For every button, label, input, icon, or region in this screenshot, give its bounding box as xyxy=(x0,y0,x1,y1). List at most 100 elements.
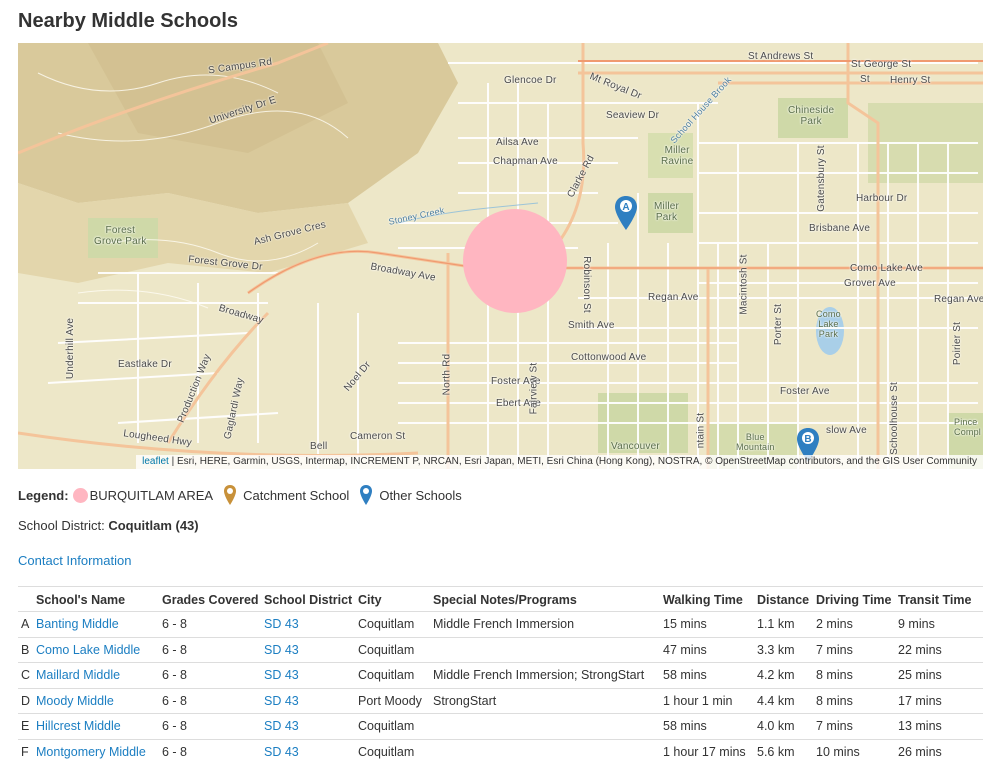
city-cell: Coquitlam xyxy=(358,611,433,637)
catchment-pin-icon xyxy=(224,485,237,505)
drive-cell: 7 mins xyxy=(816,636,898,663)
map-label-blue-mountain: Blue Mountain xyxy=(736,432,775,452)
map-label-st-henry-st: St xyxy=(860,74,870,85)
map-label-cameron-st: Cameron St xyxy=(350,431,406,442)
distance-cell: 5.6 km xyxy=(757,738,816,765)
school-name-link[interactable]: Montgomery Middle xyxy=(36,745,146,759)
city-cell: Port Moody xyxy=(358,687,433,714)
district-value: Coquitlam (43) xyxy=(108,518,199,533)
transit-cell: 9 mins xyxy=(898,611,983,637)
table-row: C Maillard Middle 6 - 8 SD 43 Coquitlam … xyxy=(18,662,983,688)
drive-cell: 8 mins xyxy=(816,687,898,714)
school-name-link[interactable]: Hillcrest Middle xyxy=(36,719,121,733)
district-link[interactable]: SD 43 xyxy=(264,719,299,733)
district-label: School District: xyxy=(18,518,105,533)
map-label-regan-ave-2: Regan Ave xyxy=(934,294,983,305)
map-label-miller-ravine: Miller Ravine xyxy=(661,145,694,167)
school-name-link[interactable]: Como Lake Middle xyxy=(36,643,140,657)
city-cell: Coquitlam xyxy=(358,713,433,739)
map-label-poirier-st: Poirier St xyxy=(952,321,964,366)
map-label-gatensbury-st: Gatensbury St xyxy=(815,145,827,212)
school-name-link[interactable]: Moody Middle xyxy=(36,694,114,708)
row-letter: E xyxy=(18,713,36,739)
district-link[interactable]: SD 43 xyxy=(264,694,299,708)
map-label-chineside-park: Chineside Park xyxy=(788,105,835,127)
school-name-link[interactable]: Maillard Middle xyxy=(36,668,120,682)
grades-cell: 6 - 8 xyxy=(162,611,264,637)
city-cell: Coquitlam xyxy=(358,738,433,765)
district-link[interactable]: SD 43 xyxy=(264,643,299,657)
marker-letter: A xyxy=(622,202,629,213)
legend-catchment-label: Catchment School xyxy=(243,487,350,503)
map-label-eastlake-dr: Eastlake Dr xyxy=(118,359,172,370)
grades-cell: 6 - 8 xyxy=(162,636,264,663)
notes-cell: Middle French Immersion xyxy=(433,611,663,637)
header-notes: Special Notes/Programs xyxy=(433,586,663,612)
transit-cell: 26 mins xyxy=(898,738,983,765)
transit-cell: 13 mins xyxy=(898,713,983,739)
row-letter: D xyxy=(18,687,36,714)
grades-cell: 6 - 8 xyxy=(162,662,264,688)
map-label-foster-ave-2: Foster Ave xyxy=(780,386,830,397)
header-city: City xyxy=(358,586,433,612)
map-label-forest-grove-park: Forest Grove Park xyxy=(94,225,147,247)
header-driving-time: Driving Time xyxy=(816,586,898,612)
attribution-text: | Esri, HERE, Garmin, USGS, Intermap, IN… xyxy=(168,456,977,467)
district-link[interactable]: SD 43 xyxy=(264,745,299,759)
map[interactable]: A B S Campus Rd University Dr E Glencoe … xyxy=(18,43,983,469)
header-transit-time: Transit Time xyxy=(898,586,983,612)
map-label-vancouver: Vancouver xyxy=(611,441,660,452)
walk-cell: 58 mins xyxy=(663,713,757,739)
walk-cell: 1 hour 17 mins xyxy=(663,738,757,765)
table-row: A Banting Middle 6 - 8 SD 43 Coquitlam M… xyxy=(18,611,983,637)
map-label-st-andrews-st: St Andrews St xyxy=(748,51,814,62)
schools-table: School's Name Grades Covered School Dist… xyxy=(18,586,983,765)
legend: Legend: BURQUITLAM AREA Catchment School… xyxy=(18,484,462,506)
school-district: School District: Coquitlam (43) xyxy=(18,518,199,533)
header-district: School District xyxy=(264,586,358,612)
legend-other-label: Other Schools xyxy=(379,487,462,503)
table-row: B Como Lake Middle 6 - 8 SD 43 Coquitlam… xyxy=(18,636,983,663)
distance-cell: 4.2 km xyxy=(757,662,816,688)
map-label-porter-st: Porter St xyxy=(773,303,785,346)
map-label-harbour-dr: Harbour Dr xyxy=(856,193,908,204)
page-title: Nearby Middle Schools xyxy=(18,10,239,32)
walk-cell: 1 hour 1 min xyxy=(663,687,757,714)
grades-cell: 6 - 8 xyxy=(162,687,264,714)
other-school-pin-icon xyxy=(360,485,373,505)
leaflet-link[interactable]: leaflet xyxy=(142,456,169,467)
map-label-smith-ave: Smith Ave xyxy=(568,320,615,331)
map-label-henry-st: Henry St xyxy=(890,75,931,86)
walk-cell: 58 mins xyxy=(663,662,757,688)
map-label-seaview-dr: Seaview Dr xyxy=(606,110,660,121)
map-label-miller-park: Miller Park xyxy=(654,201,680,223)
city-cell: Coquitlam xyxy=(358,636,433,663)
map-label-underhill-ave: Underhill Ave xyxy=(65,317,77,380)
city-cell: Coquitlam xyxy=(358,662,433,688)
map-label-aslow-ave: slow Ave xyxy=(826,425,867,436)
header-grades: Grades Covered xyxy=(162,586,264,612)
walk-cell: 15 mins xyxy=(663,611,757,637)
contact-information-link[interactable]: Contact Information xyxy=(18,553,131,568)
transit-cell: 17 mins xyxy=(898,687,983,714)
distance-cell: 4.4 km xyxy=(757,687,816,714)
distance-cell: 3.3 km xyxy=(757,636,816,663)
district-link[interactable]: SD 43 xyxy=(264,617,299,631)
map-label-regan-ave: Regan Ave xyxy=(648,292,699,303)
distance-cell: 1.1 km xyxy=(757,611,816,637)
map-label-fairview-st: Fairview St xyxy=(528,362,540,415)
drive-cell: 8 mins xyxy=(816,662,898,688)
drive-cell: 7 mins xyxy=(816,713,898,739)
district-link[interactable]: SD 43 xyxy=(264,668,299,682)
notes-cell: StrongStart xyxy=(433,687,663,714)
transit-cell: 25 mins xyxy=(898,662,983,688)
header-letter xyxy=(18,586,36,612)
map-label-como-lake-park: Como Lake Park xyxy=(816,309,841,339)
map-label-glencoe-dr: Glencoe Dr xyxy=(504,75,557,86)
walk-cell: 47 mins xyxy=(663,636,757,663)
school-name-link[interactable]: Banting Middle xyxy=(36,617,119,631)
map-label-ntain-st: ntain St xyxy=(695,412,707,449)
drive-cell: 10 mins xyxy=(816,738,898,765)
grades-cell: 6 - 8 xyxy=(162,713,264,739)
notes-cell xyxy=(433,636,663,663)
